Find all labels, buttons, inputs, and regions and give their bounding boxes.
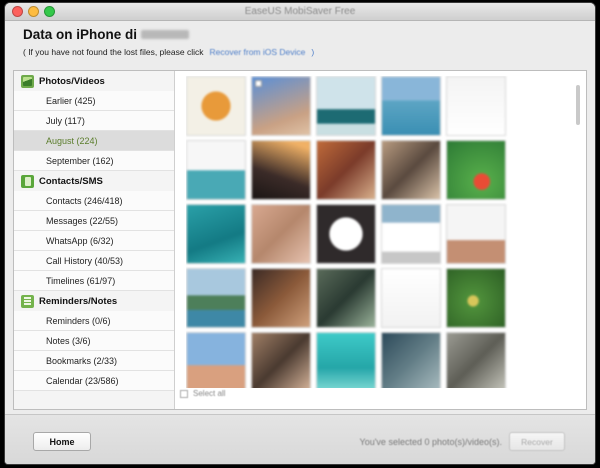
category-header[interactable]: Photos/Videos [14,71,174,91]
select-all-label: Select all [193,389,226,398]
photo-thumbnail[interactable] [186,76,246,136]
header: Data on iPhone di ( If you have not foun… [23,27,577,57]
photo-thumbnail[interactable] [316,76,376,136]
photo-thumbnail[interactable] [316,332,376,388]
sidebar-item[interactable]: Calendar (23/586) [14,371,174,391]
sidebar-item[interactable]: Notes (3/6) [14,331,174,351]
content-panel: Photos/Videos Earlier (425) July (117) Augu… [13,70,587,410]
sidebar-item[interactable]: Bookmarks (2/33) [14,351,174,371]
recover-button[interactable]: Recover [509,432,565,451]
photo-thumbnail[interactable] [186,204,246,264]
sidebar-item[interactable]: August (224) [14,131,174,151]
sidebar-item[interactable]: Messages (22/55) [14,211,174,231]
photo-thumbnail[interactable] [381,204,441,264]
category-sidebar: Photos/Videos Earlier (425) July (117) Augu… [14,71,175,409]
category-header[interactable]: Reminders/Notes [14,291,174,311]
thumbnail-checkbox[interactable] [255,80,262,87]
photo-thumbnail[interactable] [446,140,506,200]
sidebar-item[interactable]: Contacts (246/418) [14,191,174,211]
photo-thumbnail[interactable] [381,268,441,328]
photo-thumbnail[interactable] [316,140,376,200]
photo-thumbnail[interactable] [251,140,311,200]
photo-thumbnail[interactable] [251,76,311,136]
photo-thumbnail[interactable] [316,204,376,264]
category-header[interactable]: Contacts/SMS [14,171,174,191]
category-label: Photos/Videos [39,75,105,87]
subtitle-prefix: ( If you have not found the lost files, … [23,47,204,57]
photo-thumbnail[interactable] [186,268,246,328]
photo-thumbnail[interactable] [251,268,311,328]
sidebar-item[interactable]: Timelines (61/97) [14,271,174,291]
header-subtitle: ( If you have not found the lost files, … [23,47,577,57]
category-label: Contacts/SMS [39,175,103,187]
sidebar-item[interactable]: July (117) [14,111,174,131]
app-window: EaseUS MobiSaver Free Data on iPhone di … [4,2,596,465]
thumbnail-area: Select all [176,71,586,409]
footer-bar: Home You've selected 0 photo(s)/video(s)… [5,414,595,464]
recover-from-ios-link[interactable]: Recover from iOS Device [210,47,306,57]
title-bar: EaseUS MobiSaver Free [5,3,595,21]
page-title: Data on iPhone di [23,27,577,42]
sidebar-item[interactable]: Earlier (425) [14,91,174,111]
photo-thumbnail[interactable] [186,332,246,388]
photo-thumbnail[interactable] [316,268,376,328]
photos-icon [21,74,34,88]
subtitle-suffix: ) [311,47,315,57]
category-label: Reminders/Notes [39,295,118,307]
photo-thumbnail[interactable] [381,140,441,200]
photo-thumbnail[interactable] [446,76,506,136]
photo-thumbnail[interactable] [186,140,246,200]
selection-status: You've selected 0 photo(s)/video(s). [359,437,502,447]
select-all[interactable]: Select all [180,389,225,398]
thumbnail-grid [186,76,566,388]
page-title-text: Data on iPhone di [23,27,138,42]
photo-thumbnail[interactable] [251,204,311,264]
home-button[interactable]: Home [33,432,91,451]
sidebar-item[interactable]: Call History (40/53) [14,251,174,271]
select-all-checkbox[interactable] [180,389,188,398]
photo-thumbnail[interactable] [446,268,506,328]
photo-thumbnail[interactable] [446,332,506,388]
grid-scrollbar[interactable] [576,85,580,125]
sidebar-item[interactable]: Reminders (0/6) [14,311,174,331]
notes-icon [21,294,34,308]
window-title: EaseUS MobiSaver Free [244,6,356,17]
photo-thumbnail[interactable] [381,76,441,136]
photo-thumbnail[interactable] [381,332,441,388]
photo-thumbnail[interactable] [251,332,311,388]
contacts-icon [21,174,34,188]
redacted-device-name [141,30,190,39]
sidebar-item[interactable]: WhatsApp (6/32) [14,231,174,251]
sidebar-item[interactable]: September (162) [14,151,174,171]
photo-thumbnail[interactable] [446,204,506,264]
